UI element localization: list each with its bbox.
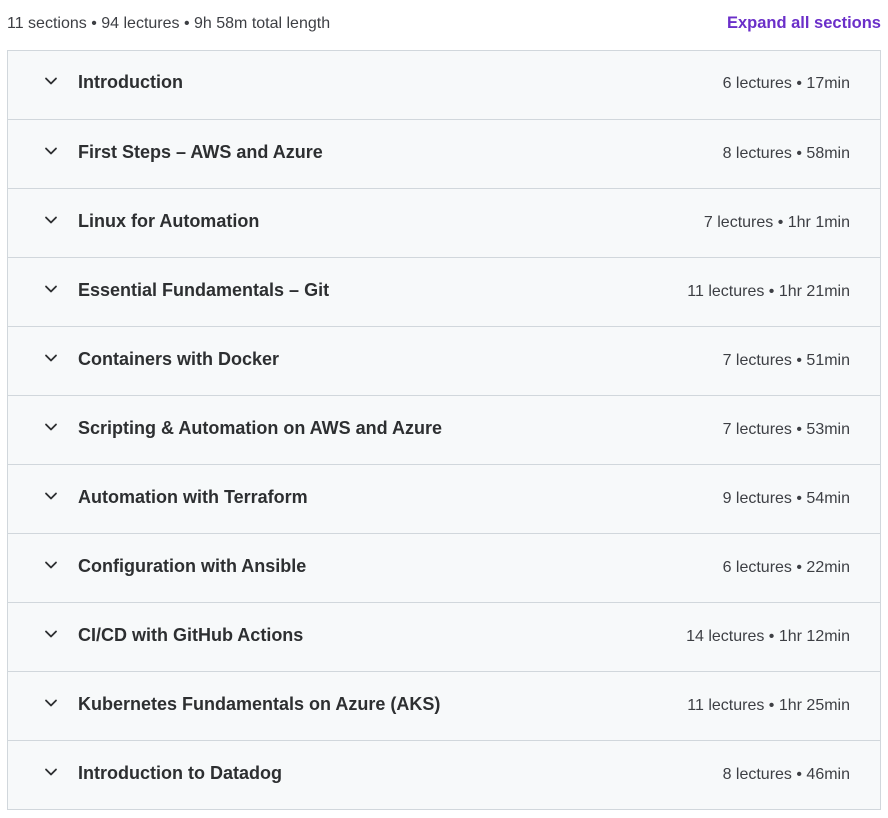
section-row[interactable]: Automation with Terraform 9 lectures • 54… xyxy=(8,464,880,533)
section-meta: 7 lectures • 53min xyxy=(722,421,850,438)
section-title: Introduction xyxy=(78,72,183,92)
chevron-down-icon[interactable] xyxy=(42,349,60,367)
chevron-down-icon[interactable] xyxy=(42,280,60,298)
section-row[interactable]: Scripting & Automation on AWS and Azure 7… xyxy=(8,395,880,464)
section-row[interactable]: Essential Fundamentals – Git 11 lectures … xyxy=(8,257,880,326)
chevron-down-icon[interactable] xyxy=(42,556,60,574)
section-meta: 6 lectures • 17min xyxy=(722,75,850,92)
section-title: Linux for Automation xyxy=(78,211,260,231)
section-meta: 9 lectures • 54min xyxy=(722,490,850,507)
section-row[interactable]: Containers with Docker 7 lectures • 51min xyxy=(8,326,880,395)
section-title: Configuration with Ansible xyxy=(78,556,307,576)
section-meta: 11 lectures • 1hr 25min xyxy=(687,697,850,714)
section-meta: 7 lectures • 51min xyxy=(722,352,850,369)
chevron-down-icon[interactable] xyxy=(42,487,60,505)
section-meta: 14 lectures • 1hr 12min xyxy=(686,628,850,645)
section-row[interactable]: Configuration with Ansible 6 lectures • 2… xyxy=(8,533,880,602)
chevron-down-icon[interactable] xyxy=(42,211,60,229)
section-title: First Steps – AWS and Azure xyxy=(78,142,323,162)
section-title: CI/CD with GitHub Actions xyxy=(78,625,304,645)
section-meta: 11 lectures • 1hr 21min xyxy=(687,283,850,300)
chevron-down-icon[interactable] xyxy=(42,72,60,90)
curriculum-summary: 11 sections • 94 lectures • 9h 58m total… xyxy=(7,15,331,32)
chevron-down-icon[interactable] xyxy=(42,694,60,712)
section-meta: 7 lectures • 1hr 1min xyxy=(703,214,850,231)
section-row[interactable]: CI/CD with GitHub Actions 14 lectures • 1… xyxy=(8,602,880,671)
expand-all-sections-button[interactable]: Expand all sections xyxy=(727,14,881,33)
section-meta: 8 lectures • 46min xyxy=(722,766,850,783)
chevron-down-icon[interactable] xyxy=(42,418,60,436)
section-title: Introduction to Datadog xyxy=(78,763,282,783)
section-title: Essential Fundamentals – Git xyxy=(78,280,330,300)
chevron-down-icon[interactable] xyxy=(42,142,60,160)
section-title: Automation with Terraform xyxy=(78,487,308,507)
curriculum-header: 11 sections • 94 lectures • 9h 58m total… xyxy=(0,0,888,50)
section-row[interactable]: Linux for Automation 7 lectures • 1hr 1mi… xyxy=(8,188,880,257)
section-title: Kubernetes Fundamentals on Azure (AKS) xyxy=(78,694,441,714)
section-meta: 8 lectures • 58min xyxy=(722,145,850,162)
section-row[interactable]: Kubernetes Fundamentals on Azure (AKS) 11… xyxy=(8,671,880,740)
chevron-down-icon[interactable] xyxy=(42,763,60,781)
section-row[interactable]: First Steps – AWS and Azure 8 lectures • … xyxy=(8,119,880,188)
chevron-down-icon[interactable] xyxy=(42,625,60,643)
section-meta: 6 lectures • 22min xyxy=(722,559,850,576)
section-row[interactable]: Introduction to Datadog 8 lectures • 46mi… xyxy=(8,740,880,809)
curriculum-section-list: Introduction 6 lectures • 17min First Step… xyxy=(7,50,881,810)
section-title: Containers with Docker xyxy=(78,349,280,369)
section-title: Scripting & Automation on AWS and Azure xyxy=(78,418,442,438)
section-row[interactable]: Introduction 6 lectures • 17min xyxy=(8,51,880,119)
